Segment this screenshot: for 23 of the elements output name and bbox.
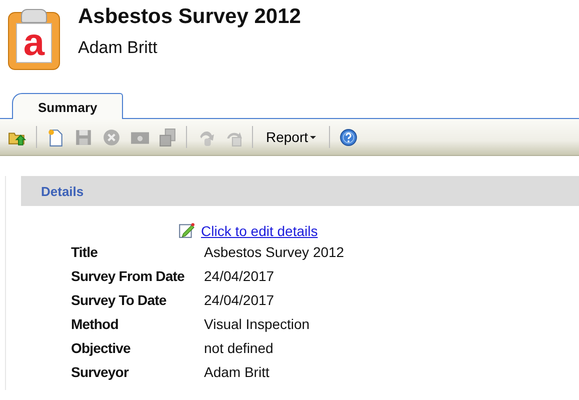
field-label: Surveyor xyxy=(71,364,130,380)
field-value: not defined xyxy=(204,340,274,356)
new-document-icon[interactable] xyxy=(46,128,65,146)
field-label: Objective xyxy=(71,340,132,356)
help-icon[interactable] xyxy=(339,128,358,146)
field-label: Title xyxy=(71,244,99,260)
report-menu[interactable]: Report xyxy=(260,129,322,145)
section-header: Details xyxy=(21,176,579,206)
field-value: 24/04/2017 xyxy=(204,292,276,308)
edit-details-link[interactable]: Click to edit details xyxy=(201,222,318,238)
tab[interactable]: Summary xyxy=(12,93,124,119)
edit-icon xyxy=(178,222,195,239)
field-label: Method xyxy=(71,316,120,332)
app-logo: a xyxy=(8,12,60,72)
field-value: Visual Inspection xyxy=(204,316,311,332)
record-subtitle: Adam Britt xyxy=(78,38,158,58)
field-label: Survey To Date xyxy=(71,292,168,308)
field-value: Asbestos Survey 2012 xyxy=(204,244,344,260)
caret-icon xyxy=(310,136,316,138)
field-label: Survey From Date xyxy=(71,268,186,284)
record-title: Asbestos Survey 2012 xyxy=(78,5,301,29)
field-value: Adam Britt xyxy=(204,364,270,380)
field-value: 24/04/2017 xyxy=(204,268,276,284)
